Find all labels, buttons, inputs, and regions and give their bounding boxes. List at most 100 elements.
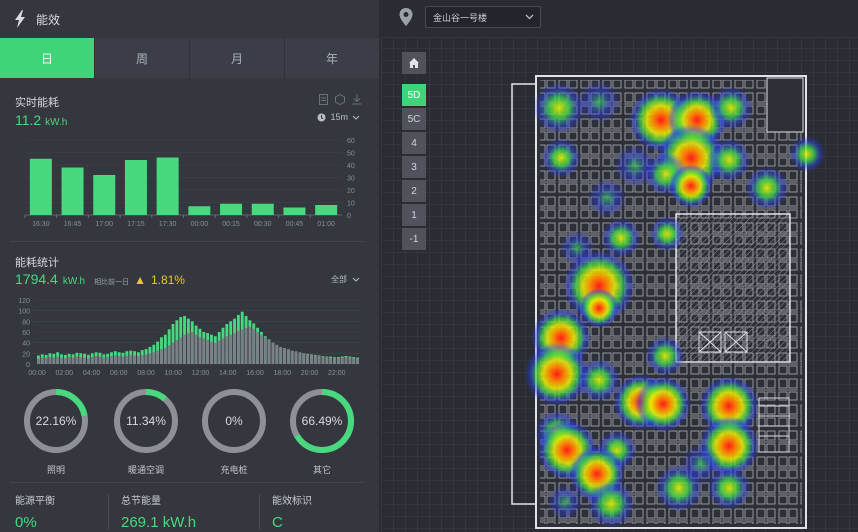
chevron-down-icon	[525, 14, 534, 20]
x-tick-label: 16:00	[246, 370, 264, 377]
ring-chart: 66.49%	[290, 389, 354, 453]
bar	[194, 334, 198, 364]
stats-filter[interactable]: 全部	[331, 274, 360, 285]
bar	[110, 356, 113, 364]
energy-panel: 能效 日 周 月 年 实时能耗 11.2 kW.h 15m 0 10 20 30…	[0, 0, 380, 532]
building-select[interactable]: 金山谷一号楼	[425, 6, 541, 28]
stat-energy-balance: 能源平衡 0%	[15, 492, 55, 531]
x-tick-label: 00:15	[222, 221, 240, 228]
bar	[48, 357, 52, 364]
document-icon[interactable]	[319, 94, 328, 105]
bar	[79, 357, 83, 364]
chevron-down-icon	[352, 277, 360, 282]
interval-select[interactable]: 15m	[317, 112, 360, 122]
stat-value: 0%	[15, 514, 37, 531]
stats-section: 能耗统计 1794.4 kW.h 相比前一日 ▲ 1.81% 全部 0 20 40 6…	[0, 254, 380, 382]
ring-label: 其它	[312, 465, 331, 475]
bar	[217, 340, 221, 364]
x-tick-label: 16:45	[64, 221, 82, 228]
compare-value: 1.81%	[150, 273, 185, 287]
x-tick-label: 00:00	[28, 370, 46, 377]
tab-year[interactable]: 年	[285, 38, 379, 78]
y-tick-label: 30	[347, 176, 355, 183]
bar	[148, 353, 152, 364]
bar	[202, 338, 206, 364]
cube-icon[interactable]	[335, 94, 345, 105]
stat-label: 能源平衡	[15, 496, 55, 507]
realtime-unit: kW.h	[45, 117, 68, 128]
floor-button-5c[interactable]: 5C	[402, 108, 426, 130]
y-tick-label: 60	[22, 330, 30, 337]
bar	[283, 207, 306, 215]
floor-plan-heatmap[interactable]	[381, 38, 858, 532]
x-tick-label: 20:00	[301, 370, 319, 377]
lightning-icon	[15, 10, 25, 28]
realtime-value-row: 11.2 kW.h	[15, 112, 67, 128]
download-icon[interactable]	[352, 94, 362, 105]
tab-month[interactable]: 月	[190, 38, 285, 78]
y-tick-label: 20	[347, 188, 355, 195]
bar	[60, 357, 63, 364]
stat-label: 总节能量	[121, 496, 161, 507]
ring-lighting: 22.16% 照明	[21, 386, 91, 476]
bar	[275, 344, 279, 364]
divider	[108, 494, 109, 530]
home-button[interactable]	[402, 52, 426, 74]
floor-button-5d[interactable]: 5D	[402, 84, 426, 106]
bar	[210, 341, 213, 364]
y-tick-label: 0	[347, 213, 351, 220]
bar	[336, 358, 340, 364]
bar	[121, 356, 125, 364]
bar	[306, 354, 310, 364]
ring-hvac: 11.34% 暖通空调	[111, 386, 181, 476]
ring-charging: 0% 充电桩	[199, 386, 269, 476]
floor-button-b1[interactable]: -1	[402, 228, 426, 250]
bar	[179, 337, 183, 364]
bar	[206, 340, 210, 364]
bar	[124, 160, 147, 215]
bar	[251, 203, 274, 215]
bar	[321, 356, 325, 364]
summary-stats: 能源平衡 0% 总节能量 269.1 kW.h 能效标识 C	[0, 492, 380, 532]
ring-percent: 22.16%	[36, 414, 77, 428]
floor-button-1[interactable]: 1	[402, 204, 426, 226]
bar	[40, 357, 44, 364]
stat-value: C	[272, 514, 283, 531]
floor-button-3[interactable]: 3	[402, 156, 426, 178]
interval-value: 15m	[330, 112, 348, 122]
bar	[267, 340, 271, 364]
bar	[329, 357, 333, 364]
bar	[156, 157, 179, 215]
stats-unit: kW.h	[62, 276, 86, 287]
floor-button-4[interactable]: 4	[402, 132, 426, 154]
map-panel: 金山谷一号楼 5D 5C 4 3 2 1 -1	[381, 0, 858, 532]
y-tick-label: 100	[18, 309, 30, 316]
x-tick-label: 18:00	[273, 370, 291, 377]
bar	[133, 355, 136, 364]
tab-day[interactable]: 日	[0, 38, 95, 78]
bar	[340, 357, 344, 364]
compare-label: 相比前一日	[94, 279, 130, 286]
bar	[136, 356, 140, 364]
bar	[348, 357, 352, 364]
bar	[98, 356, 102, 364]
realtime-title: 实时能耗	[15, 97, 59, 109]
bar	[125, 355, 129, 364]
x-tick-label: 10:00	[164, 370, 182, 377]
floor-button-2[interactable]: 2	[402, 180, 426, 202]
x-tick-label: 17:00	[95, 221, 113, 228]
realtime-section: 实时能耗 11.2 kW.h 15m 0 10 20 30 40 50 60 16:30 16:…	[0, 94, 380, 244]
y-tick-label: 80	[22, 319, 30, 326]
bar	[240, 329, 244, 364]
bar	[67, 357, 71, 364]
bar	[252, 328, 256, 364]
bar	[310, 354, 313, 364]
tab-week[interactable]: 周	[95, 38, 190, 78]
bar	[37, 358, 40, 364]
bar	[94, 356, 98, 364]
ring-percent: 11.34%	[126, 414, 166, 428]
y-tick-label: 10	[347, 201, 355, 208]
bar	[183, 334, 186, 364]
divider	[10, 241, 364, 242]
bar	[344, 357, 348, 364]
